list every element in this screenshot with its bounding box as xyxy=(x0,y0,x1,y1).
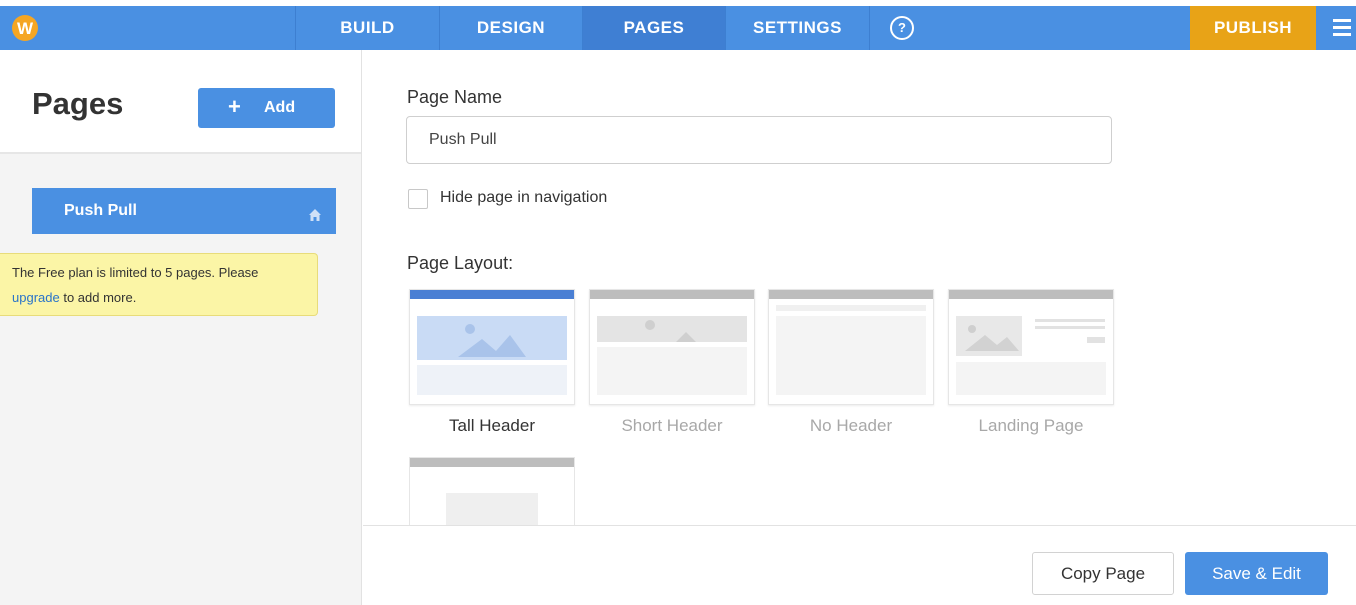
layout-no-header-label[interactable]: No Header xyxy=(768,416,934,436)
layout-short-header-label[interactable]: Short Header xyxy=(589,416,755,436)
action-bar: Copy Page Save & Edit xyxy=(363,525,1356,605)
sidebar-item-push-pull[interactable]: Push Pull xyxy=(32,188,336,234)
help-icon[interactable]: ? xyxy=(890,16,914,40)
page-name-input[interactable] xyxy=(406,116,1112,164)
layout-no-header-thumbnail[interactable] xyxy=(768,289,934,405)
pages-sidebar: Pages + Add Push Pull The Free plan is l… xyxy=(0,50,362,605)
notice-text: The Free plan is limited to 5 pages. Ple… xyxy=(12,265,259,280)
add-page-label: Add xyxy=(264,99,296,116)
add-page-button[interactable]: + Add xyxy=(198,88,335,128)
sidebar-title: Pages xyxy=(32,86,124,121)
hide-in-navigation-label[interactable]: Hide page in navigation xyxy=(440,189,607,207)
nav-design-tab[interactable]: DESIGN xyxy=(440,6,583,50)
page-item-label: Push Pull xyxy=(64,202,137,219)
short-header-image-icon xyxy=(597,316,747,395)
weebly-logo[interactable]: W xyxy=(0,6,296,50)
layout-fifth-thumbnail[interactable] xyxy=(409,457,575,527)
top-navigation-bar: W BUILD DESIGN PAGES SETTINGS ? PUBLISH xyxy=(0,6,1356,50)
sidebar-header: Pages + Add xyxy=(0,50,361,154)
weebly-logo-icon: W xyxy=(12,15,38,41)
hamburger-menu-icon[interactable] xyxy=(1333,19,1351,37)
publish-button[interactable]: PUBLISH xyxy=(1190,6,1316,50)
page-name-label: Page Name xyxy=(407,87,503,107)
layout-tall-header-label[interactable]: Tall Header xyxy=(409,416,575,436)
tall-header-image-icon xyxy=(417,316,567,395)
home-icon xyxy=(309,209,321,221)
layout-landing-page-label[interactable]: Landing Page xyxy=(948,416,1114,436)
landing-page-image-icon xyxy=(956,316,1106,395)
save-and-edit-button[interactable]: Save & Edit xyxy=(1185,552,1328,595)
nav-build-tab[interactable]: BUILD xyxy=(296,6,440,50)
nav-pages-tab[interactable]: PAGES xyxy=(583,6,726,50)
plus-icon: + xyxy=(228,94,241,119)
page-layout-label: Page Layout: xyxy=(407,253,514,273)
no-header-image-icon xyxy=(776,305,926,395)
nav-settings-tab[interactable]: SETTINGS xyxy=(726,6,870,50)
notice-text-end: to add more. xyxy=(63,290,137,305)
layout-landing-page-thumbnail[interactable] xyxy=(948,289,1114,405)
page-settings-panel: Page Name Hide page in navigation Page L… xyxy=(363,50,1356,605)
svg-text:W: W xyxy=(17,19,34,38)
upgrade-link[interactable]: upgrade xyxy=(12,290,60,305)
layout-tall-header-thumbnail[interactable] xyxy=(409,289,575,405)
copy-page-button[interactable]: Copy Page xyxy=(1032,552,1174,595)
hide-in-navigation-checkbox[interactable] xyxy=(408,189,428,209)
free-plan-notice: The Free plan is limited to 5 pages. Ple… xyxy=(0,253,318,316)
layout-short-header-thumbnail[interactable] xyxy=(589,289,755,405)
